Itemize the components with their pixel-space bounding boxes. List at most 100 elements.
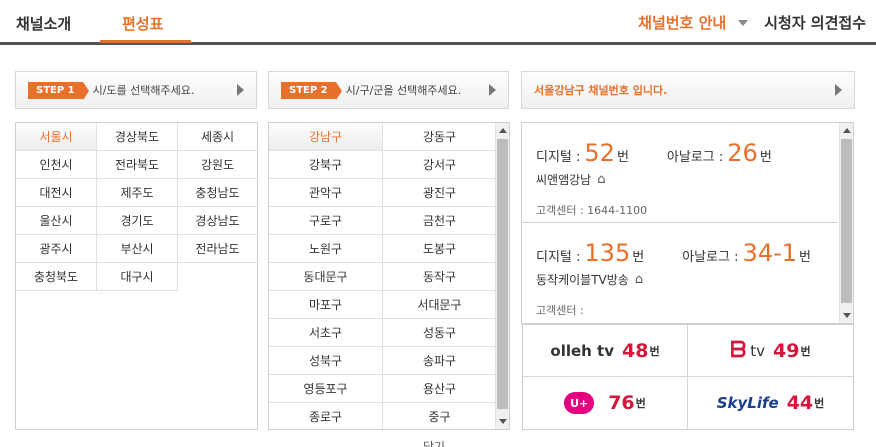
tab-schedule[interactable]: 편성표 (122, 13, 163, 34)
district-item[interactable]: 강서구 (383, 151, 497, 179)
close-button[interactable]: 닫기 (423, 438, 445, 447)
unit-label: 번 (632, 250, 645, 265)
district-item[interactable]: 광진구 (383, 179, 497, 207)
district-item[interactable]: 동작구 (383, 263, 497, 291)
btv-logo: tv (750, 341, 766, 360)
iptv-btv[interactable]: ᗷ tv 49 번 (688, 325, 853, 377)
step3-header: 서울강남구 채널번호 입니다. (521, 71, 855, 109)
region-item[interactable]: 대전시 (16, 179, 97, 207)
iptv-uplus[interactable]: U+ 76 번 (523, 377, 688, 429)
provider-name-row: 씨앤앰강남 ⌂ (536, 171, 838, 188)
unit-label: 번 (800, 344, 811, 358)
district-item[interactable]: 중구 (383, 403, 497, 429)
district-item[interactable]: 강북구 (269, 151, 383, 179)
district-item[interactable]: 송파구 (383, 347, 497, 375)
district-item[interactable]: 도봉구 (383, 235, 497, 263)
district-item[interactable]: 강남구 (269, 123, 383, 151)
scroll-up-icon[interactable] (499, 128, 507, 133)
top-navigation: 채널소개 편성표 채널번호 안내 시청자 의견접수 (0, 0, 876, 45)
region-item[interactable]: 울산시 (16, 207, 97, 235)
digital-number: 135 (584, 239, 631, 267)
unit-label: 번 (814, 397, 825, 410)
district-item[interactable]: 영등포구 (269, 375, 383, 403)
btv-logo-icon: ᗷ (730, 338, 747, 363)
district-grid: 강남구 강동구 강북구 강서구 관악구 광진구 구로구 금천구 노원구 도봉구 동대문구 동작구 마포구… (269, 123, 509, 429)
analog-label: 아날로그 : (666, 150, 724, 165)
provider-name-row: 동작케이블TV방송 ⌂ (536, 271, 838, 288)
region-item[interactable]: 전라북도 (97, 151, 178, 179)
region-item[interactable]: 경기도 (97, 207, 178, 235)
nav-right-group: 채널번호 안내 시청자 의견접수 (638, 12, 866, 33)
region-item[interactable]: 경상남도 (178, 207, 257, 235)
district-item[interactable]: 금천구 (383, 207, 497, 235)
region-item[interactable]: 광주시 (16, 235, 97, 263)
region-item[interactable]: 전라남도 (178, 235, 257, 263)
region-list: 서울시 경상북도 세종시인천시 전라북도 강원도대전시 제주도 충청남도울산시 경기도 경상남도… (15, 122, 258, 430)
customer-center: 고객센터 : 1644-1100 (536, 204, 648, 217)
step2-header: STEP 2 시/구/군을 선택해주세요. (268, 71, 509, 109)
scroll-up-icon[interactable] (843, 128, 851, 133)
scroll-down-icon[interactable] (499, 419, 507, 424)
iptv-olleh[interactable]: olleh tv 48 번 (523, 325, 688, 377)
district-item[interactable]: 성북구 (269, 347, 383, 375)
district-item[interactable]: 구로구 (269, 207, 383, 235)
step2-text: 시/구/군을 선택해주세요. (345, 84, 462, 97)
channel-info-panel: 디지털 : 52 번 아날로그 : 26 번 씨앤앰강남 ⌂ 고객센터 : 16… (521, 122, 854, 324)
region-grid: 서울시 경상북도 세종시인천시 전라북도 강원도대전시 제주도 충청남도울산시 경기도 경상남도… (16, 123, 257, 291)
district-item[interactable]: 노원구 (269, 235, 383, 263)
provider-name: 동작케이블TV방송 (536, 273, 629, 287)
channel-guide-link[interactable]: 채널번호 안내 (638, 12, 726, 33)
provider-name: 씨앤앰강남 (536, 173, 592, 187)
district-item[interactable]: 서초구 (269, 319, 383, 347)
analog-number: 26 (727, 139, 758, 167)
region-item[interactable]: 제주도 (97, 179, 178, 207)
iptv-channel-number: 48 (622, 339, 649, 362)
unit-label: 번 (759, 150, 772, 165)
region-item[interactable]: 세종시 (178, 123, 257, 151)
scroll-down-icon[interactable] (843, 313, 851, 318)
viewer-feedback-link[interactable]: 시청자 의견접수 (764, 12, 866, 33)
provider-block: 디지털 : 135 번 아날로그 : 34-1 번 동작케이블TV방송 ⌂ 고객… (522, 223, 838, 323)
unit-label: 번 (799, 250, 811, 265)
region-item[interactable]: 강원도 (178, 151, 257, 179)
iptv-skylife[interactable]: SkyLife 44 번 (688, 377, 853, 429)
region-item[interactable]: 부산시 (97, 235, 178, 263)
chevron-down-icon[interactable] (738, 19, 749, 26)
district-scrollbar[interactable] (495, 123, 509, 429)
district-item[interactable]: 용산구 (383, 375, 497, 403)
scroll-thumb[interactable] (841, 139, 852, 303)
tab-channel-intro[interactable]: 채널소개 (16, 13, 71, 34)
arrow-right-icon (835, 84, 842, 96)
step1-badge: STEP 1 (28, 81, 89, 100)
region-item[interactable]: 충청북도 (16, 263, 97, 291)
region-item[interactable]: 대구시 (97, 263, 178, 291)
region-item[interactable]: 경상북도 (97, 123, 178, 151)
district-item[interactable]: 동대문구 (269, 263, 383, 291)
info-scrollbar[interactable] (839, 123, 853, 323)
step3-text: 서울강남구 채널번호 입니다. (534, 84, 668, 97)
iptv-logo-grid: olleh tv 48 번 ᗷ tv 49 번 U+ 76 번 SkyLife … (522, 324, 854, 430)
district-item[interactable]: 서대문구 (383, 291, 497, 319)
district-item[interactable]: 관악구 (269, 179, 383, 207)
region-item[interactable]: 인천시 (16, 151, 97, 179)
district-item[interactable]: 종로구 (269, 403, 383, 429)
digital-label: 디지털 : (536, 150, 581, 165)
analog-label: 아날로그 : (682, 250, 739, 265)
district-item[interactable]: 성동구 (383, 319, 497, 347)
district-item[interactable]: 강동구 (383, 123, 497, 151)
scroll-thumb[interactable] (497, 139, 508, 409)
home-icon[interactable]: ⌂ (597, 172, 605, 187)
region-item[interactable]: 충청남도 (178, 179, 257, 207)
district-item[interactable]: 마포구 (269, 291, 383, 319)
digital-label: 디지털 : (536, 250, 581, 265)
analog-number: 34-1 (742, 239, 798, 267)
channel-number-row: 디지털 : 52 번 아날로그 : 26 번 (536, 139, 838, 167)
skylife-logo: SkyLife (716, 394, 779, 412)
uplus-logo: U+ (564, 392, 595, 414)
home-icon[interactable]: ⌂ (635, 272, 643, 287)
region-item[interactable]: 서울시 (16, 123, 97, 151)
digital-number: 52 (584, 139, 615, 167)
step2-badge: STEP 2 (281, 81, 342, 100)
iptv-channel-number: 49 (773, 339, 800, 362)
provider-block: 디지털 : 52 번 아날로그 : 26 번 씨앤앰강남 ⌂ 고객센터 : 16… (522, 123, 838, 223)
